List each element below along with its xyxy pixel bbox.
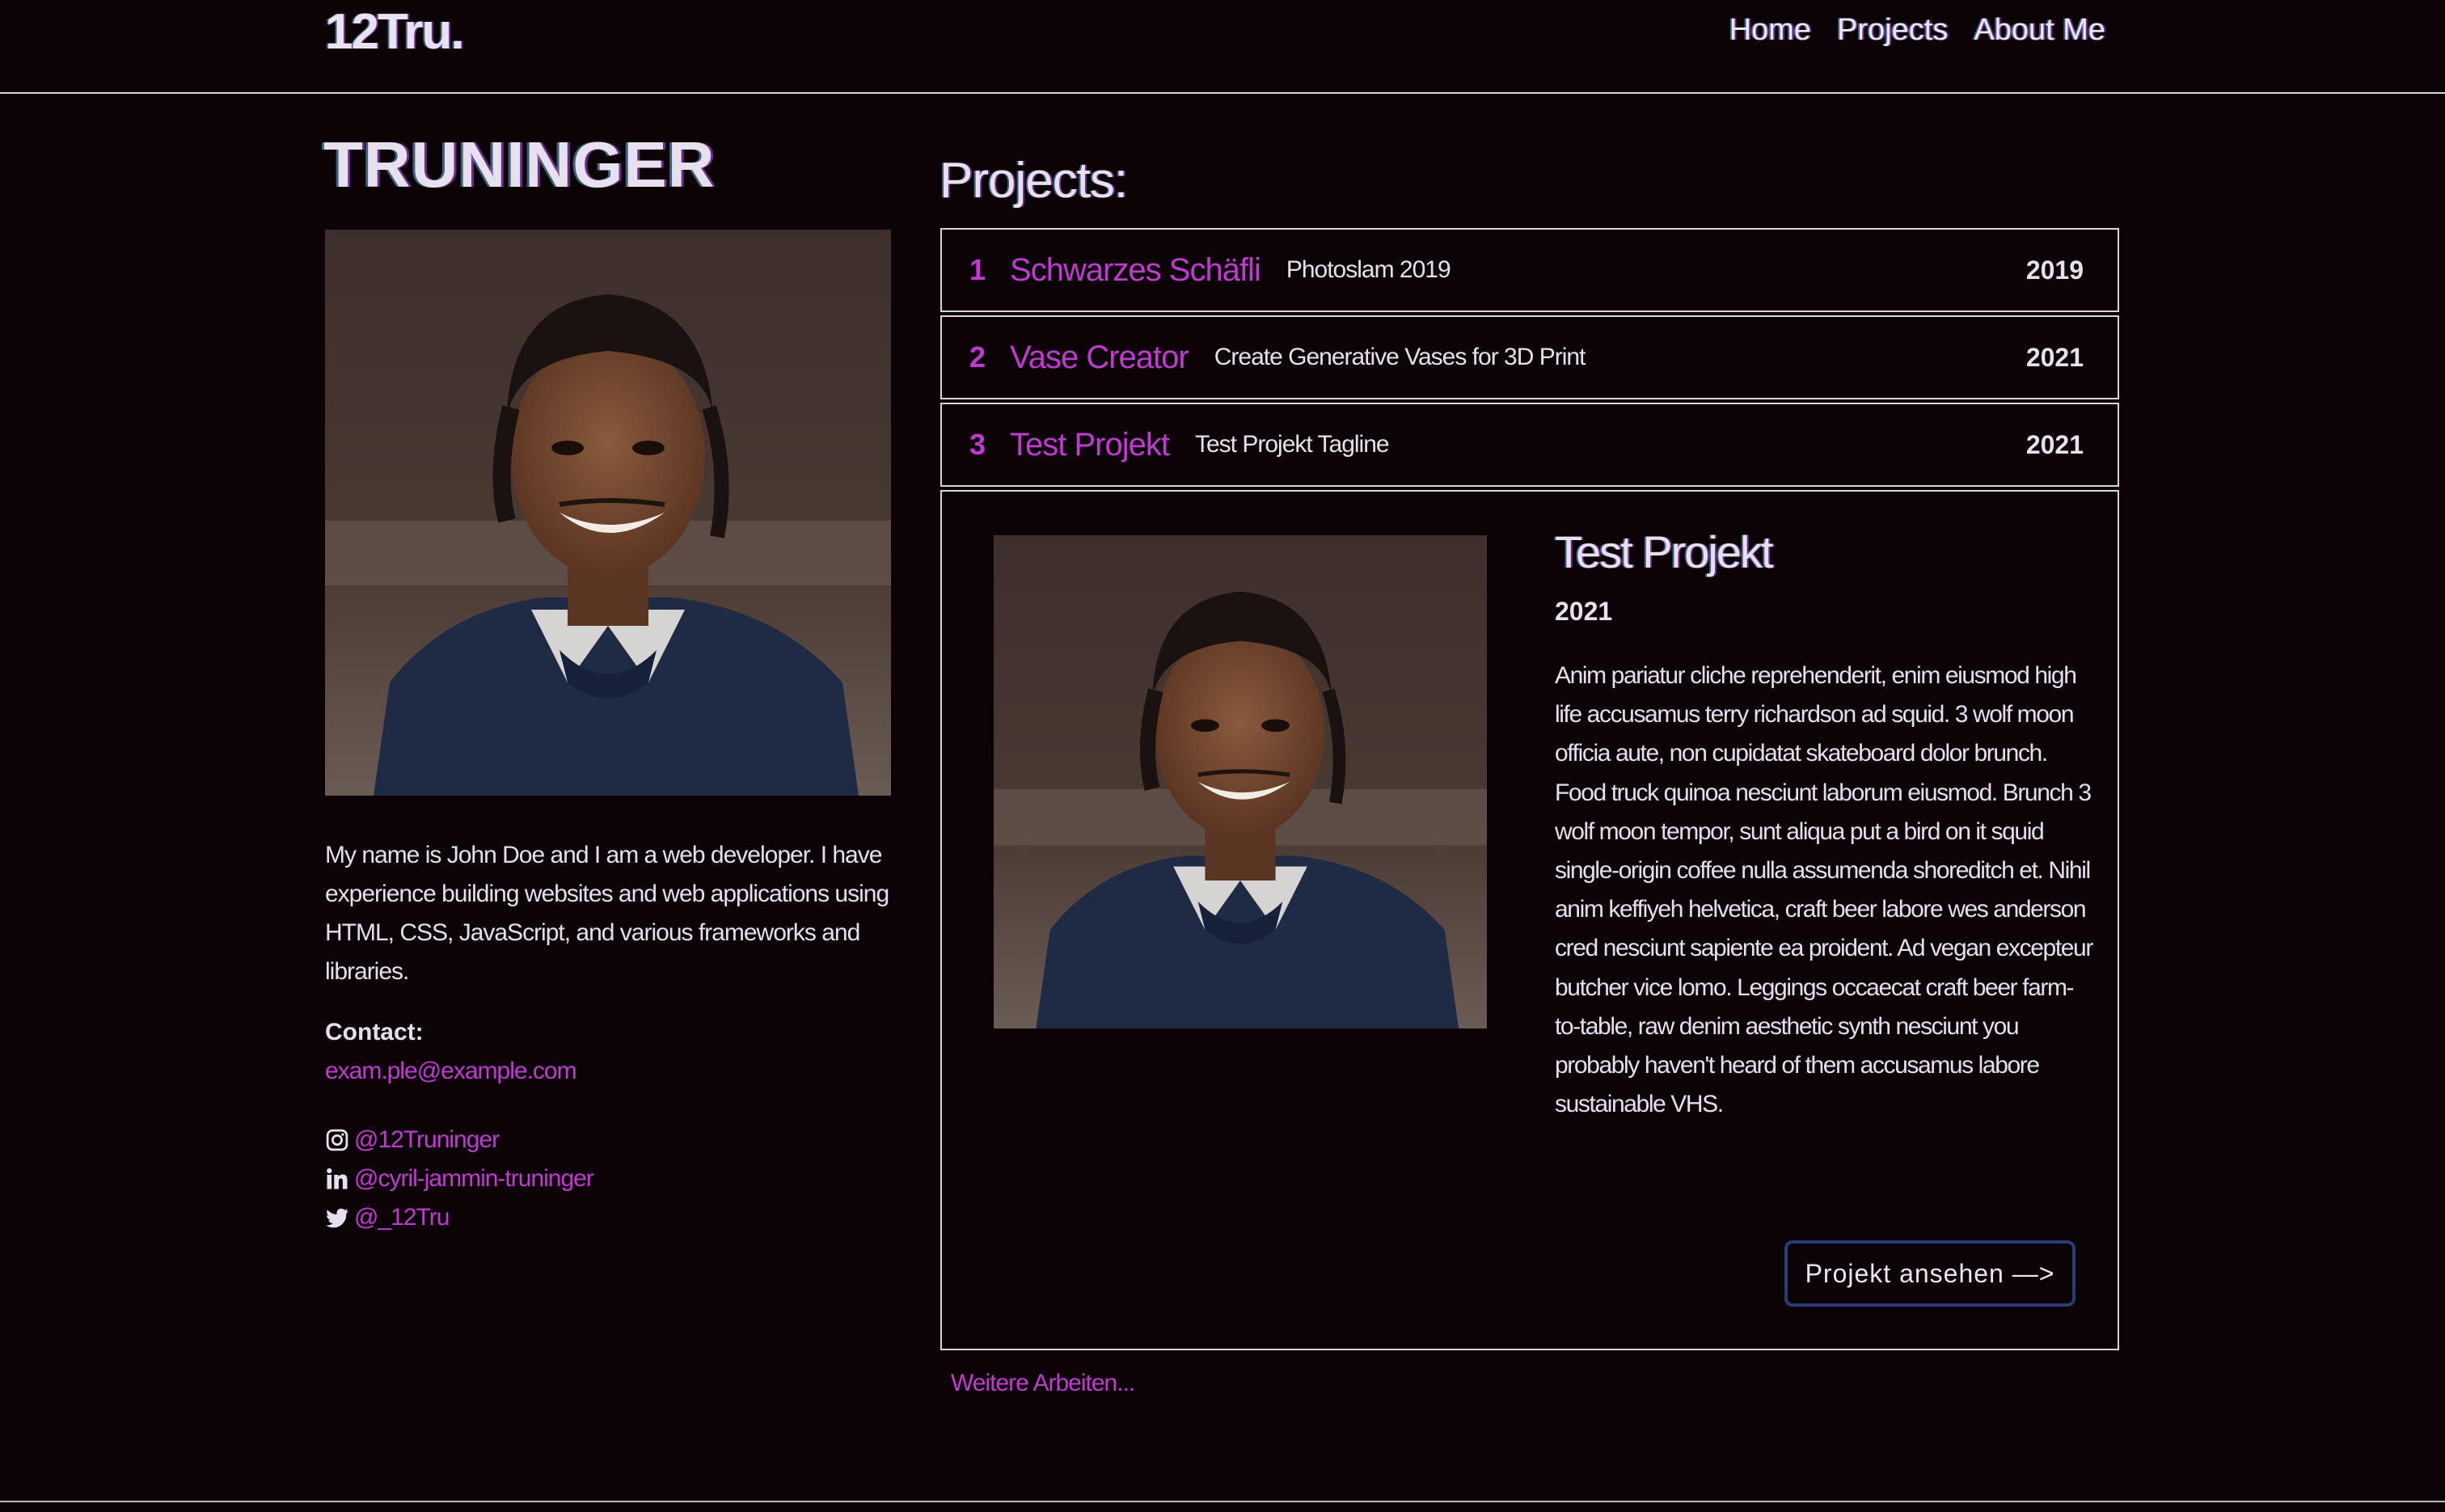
site-logo[interactable]: 12Tru. bbox=[325, 3, 465, 61]
main-nav: Home Projects About Me bbox=[1729, 13, 2105, 48]
project-list: 1 Schwarzes Schäfli Photoslam 2019 2019 … bbox=[940, 228, 2119, 490]
social-instagram: @12Truninger bbox=[325, 1121, 593, 1159]
footer-divider bbox=[0, 1501, 2445, 1502]
project-row[interactable]: 3 Test Projekt Test Projekt Tagline 2021 bbox=[940, 403, 2119, 487]
nav-link-about-me[interactable]: About Me bbox=[1974, 13, 2105, 48]
project-detail-year: 2021 bbox=[1555, 597, 1613, 626]
project-title: Test Projekt bbox=[1010, 426, 1170, 462]
social-linkedin: @cyril-jammin-truninger bbox=[325, 1159, 594, 1198]
project-detail-title: Test Projekt bbox=[1555, 526, 1774, 577]
nav-link-projects[interactable]: Projects bbox=[1837, 13, 1948, 48]
linkedin-link[interactable]: @cyril-jammin-truninger bbox=[354, 1165, 594, 1193]
profile-bio: My name is John Doe and I am a web devel… bbox=[325, 842, 889, 985]
contact-email-link[interactable]: exam.ple@example.com bbox=[325, 1058, 577, 1085]
nav-link-home[interactable]: Home bbox=[1729, 13, 1811, 48]
project-year: 2019 bbox=[2025, 255, 2084, 285]
profile-name: TRUNINGER bbox=[323, 129, 716, 201]
project-detail-image bbox=[994, 535, 1487, 1028]
linkedin-icon bbox=[327, 1168, 348, 1189]
project-title: Vase Creator bbox=[1010, 339, 1189, 375]
project-year: 2021 bbox=[2025, 342, 2084, 372]
site-header: 12Tru. Home Projects About Me bbox=[0, 0, 2445, 94]
instagram-link[interactable]: @12Truninger bbox=[354, 1126, 500, 1154]
more-works-link[interactable]: Weitere Arbeiten... bbox=[951, 1370, 1135, 1397]
view-project-button[interactable]: Projekt ansehen —> bbox=[1784, 1240, 2076, 1307]
project-year: 2021 bbox=[2025, 429, 2084, 459]
twitter-link[interactable]: @_12Tru bbox=[354, 1204, 450, 1231]
profile-photo bbox=[325, 230, 891, 796]
project-number: 3 bbox=[969, 428, 986, 461]
project-row[interactable]: 2 Vase Creator Create Generative Vases f… bbox=[940, 315, 2119, 399]
project-row[interactable]: 1 Schwarzes Schäfli Photoslam 2019 2019 bbox=[940, 228, 2119, 312]
projects-heading: Projects: bbox=[940, 153, 1128, 209]
project-number: 2 bbox=[969, 340, 986, 374]
project-title: Schwarzes Schäfli bbox=[1010, 251, 1261, 288]
project-tagline: Test Projekt Tagline bbox=[1195, 431, 1390, 458]
social-twitter: @_12Tru bbox=[325, 1198, 593, 1237]
instagram-icon bbox=[326, 1129, 348, 1151]
project-tagline: Create Generative Vases for 3D Print bbox=[1214, 344, 1586, 370]
project-tagline: Photoslam 2019 bbox=[1286, 256, 1451, 283]
project-detail-panel: Test Projekt 2021 Anim pariatur cliche r… bbox=[940, 490, 2119, 1350]
twitter-icon bbox=[326, 1208, 348, 1228]
social-links: @12Truninger @cyril-jammin-truninger @_1… bbox=[325, 1121, 594, 1237]
contact-label: Contact: bbox=[325, 1019, 424, 1045]
project-number: 1 bbox=[969, 253, 986, 286]
project-detail-description: Anim pariatur cliche reprehenderit, enim… bbox=[1555, 662, 2093, 1118]
